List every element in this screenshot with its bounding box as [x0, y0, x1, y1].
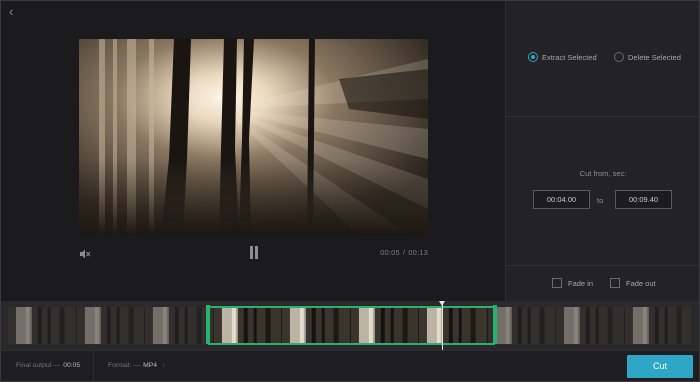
filmstrip-frame — [8, 307, 77, 344]
final-output-value: 00:05 — [63, 362, 81, 369]
speaker-muted-icon[interactable] — [79, 247, 91, 259]
format-select[interactable]: Format: — MP4 ↕ — [108, 362, 165, 369]
player-controls: 00:05/00:13 — [79, 245, 428, 261]
footer-bar: Final output —00:05 Format: — MP4 ↕ Cut — [1, 350, 699, 382]
fade-in-label: Fade in — [568, 278, 594, 288]
filmstrip-frame — [556, 307, 625, 344]
cut-from-input[interactable]: 00:04.00 — [533, 190, 590, 209]
final-output-label: Final output — — [16, 362, 61, 369]
delete-selected-label: Delete Selected — [628, 52, 681, 62]
cut-from-label: Cut from, sec: — [579, 169, 627, 178]
filmstrip-frame — [76, 307, 145, 344]
selection-start-handle[interactable] — [206, 305, 210, 344]
selection-end-handle[interactable] — [493, 305, 497, 344]
playhead[interactable] — [439, 301, 445, 350]
format-value: MP4 — [143, 362, 158, 369]
divider — [93, 351, 94, 382]
video-player: ‹ 00:05 / 00:13 — [1, 1, 505, 301]
selection-range[interactable] — [208, 306, 495, 345]
cut-to-input[interactable]: 00:09.40 — [615, 190, 672, 209]
settings-panel: Extract Selected Delete Selected Cut fro… — [505, 1, 700, 301]
final-output: Final output —00:05 — [16, 362, 80, 369]
current-time: 00:05 — [380, 248, 400, 257]
fade-out-checkbox[interactable]: Fade out — [610, 278, 656, 288]
timeline[interactable] — [1, 301, 699, 350]
extract-selected-label: Extract Selected — [542, 52, 597, 62]
checkbox-box — [610, 278, 620, 288]
extract-selected-radio[interactable]: Extract Selected — [528, 52, 597, 62]
format-label: Format: — — [108, 362, 141, 369]
back-icon[interactable]: ‹ — [9, 5, 23, 19]
radio-dot — [528, 52, 538, 62]
to-label: to — [597, 196, 604, 205]
checkbox-box — [552, 278, 562, 288]
fade-in-checkbox[interactable]: Fade in — [552, 278, 593, 288]
fade-out-label: Fade out — [626, 278, 656, 288]
playback-time: 00:05/00:13 — [380, 248, 428, 257]
cut-button[interactable]: Cut — [627, 355, 693, 378]
updown-arrow-icon: ↕ — [161, 363, 165, 369]
time-separator: / — [402, 248, 406, 257]
radio-dot — [614, 52, 624, 62]
fade-section — [506, 265, 700, 301]
pause-button[interactable] — [249, 246, 259, 259]
filmstrip-frame — [487, 307, 556, 344]
filmstrip-frame — [145, 307, 214, 344]
video-preview — [79, 39, 428, 235]
filmstrip-frame — [624, 307, 693, 344]
mode-section: Extract Selected Delete Selected — [506, 1, 700, 117]
delete-selected-radio[interactable]: Delete Selected — [614, 52, 681, 62]
duration: 00:13 — [408, 248, 428, 257]
